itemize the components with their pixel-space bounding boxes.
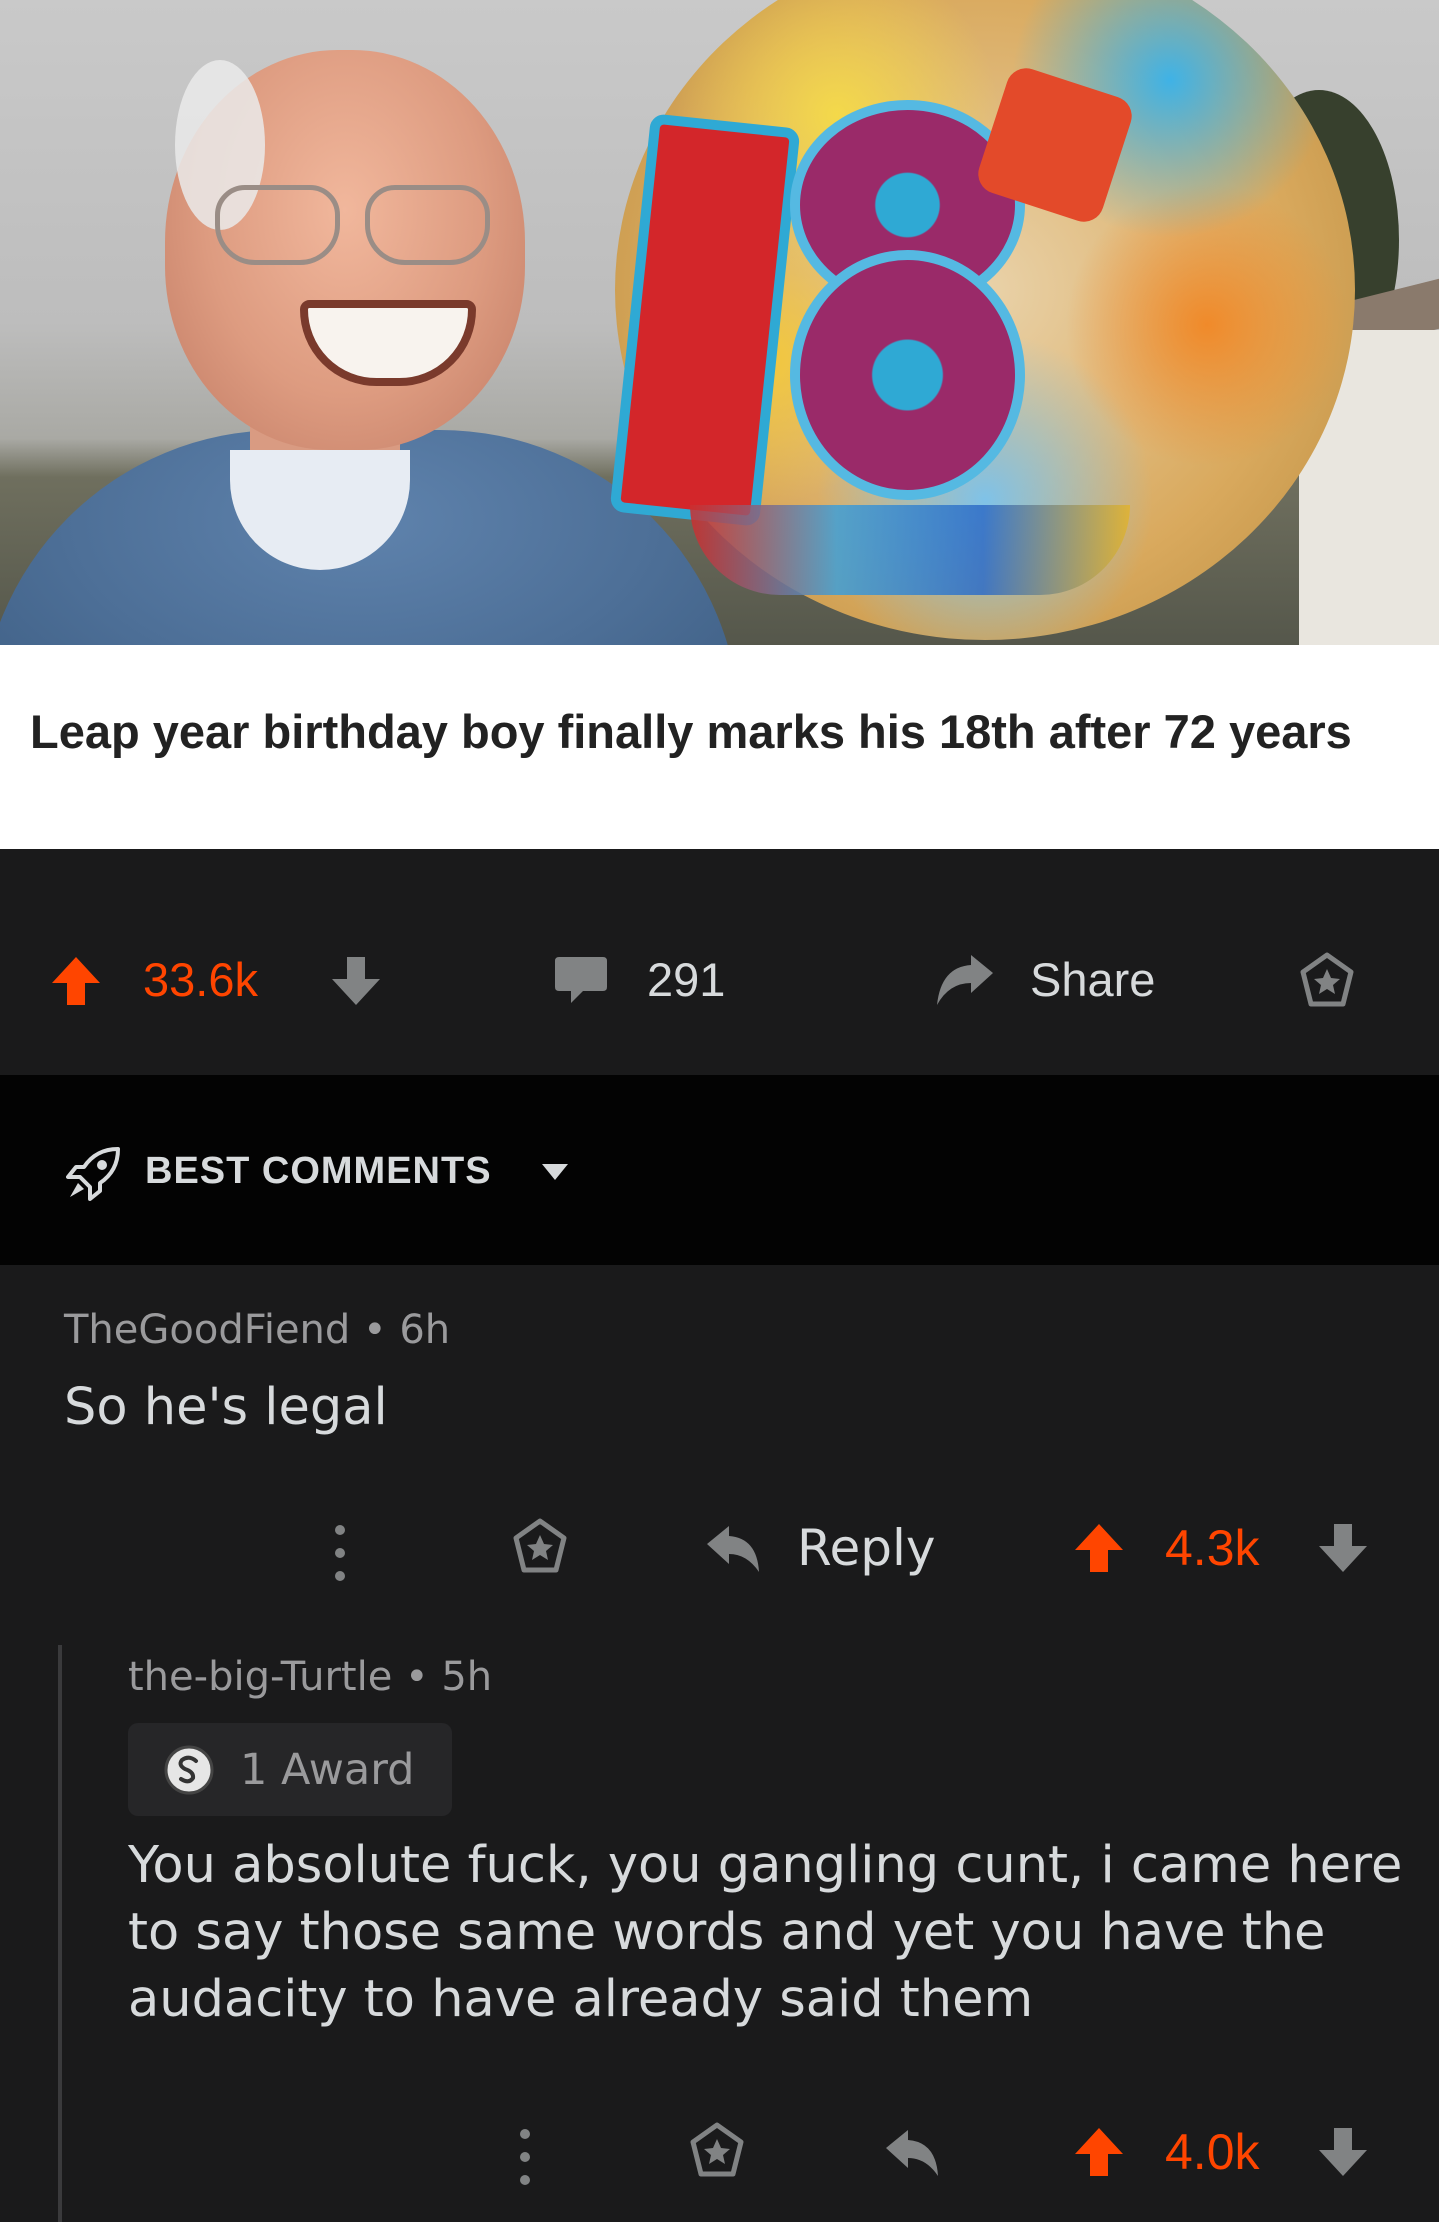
- arrow-down-icon[interactable]: [330, 955, 382, 1007]
- post-image[interactable]: Leap year birthday boy finally marks his…: [0, 0, 1439, 849]
- arrow-down-icon[interactable]: [1317, 1522, 1369, 1574]
- comment-author[interactable]: the-big-Turtle: [128, 1654, 392, 1700]
- share-button[interactable]: Share: [1030, 950, 1155, 1010]
- comment-age: 5h: [441, 1654, 493, 1700]
- reply-button[interactable]: Reply: [797, 1518, 935, 1578]
- award-star-icon[interactable]: [510, 1518, 570, 1578]
- balloon-digit-eight-bottom: [790, 250, 1025, 500]
- comment-author-meta: TheGoodFiend • 6h: [64, 1305, 450, 1355]
- arrow-down-icon[interactable]: [1317, 2126, 1369, 2178]
- award-star-icon[interactable]: [1297, 952, 1357, 1012]
- comment-age: 6h: [399, 1307, 451, 1353]
- comment-body: So he's legal: [64, 1378, 388, 1437]
- comment-score: 4.0k: [1165, 2124, 1260, 2180]
- post-score: 33.6k: [143, 953, 258, 1006]
- arrow-up-icon[interactable]: [1073, 2126, 1125, 2178]
- news-photo: [0, 0, 1439, 645]
- balloon-birthday-band: [690, 505, 1130, 595]
- rocket-icon[interactable]: [66, 1145, 122, 1201]
- share-arrow-icon[interactable]: [935, 955, 995, 1007]
- glasses-left: [215, 185, 340, 265]
- comment-count[interactable]: 291: [647, 950, 725, 1010]
- article-headline: Leap year birthday boy finally marks his…: [30, 705, 1352, 758]
- award-count: 1 Award: [240, 1745, 415, 1795]
- silver-award-icon: [164, 1745, 214, 1795]
- speech-bubble-icon[interactable]: [553, 955, 609, 1005]
- comment-author[interactable]: TheGoodFiend: [64, 1307, 350, 1353]
- comment-score: 4.3k: [1165, 1520, 1260, 1576]
- comment-body: You absolute fuck, you gangling cunt, i …: [128, 1836, 1403, 2029]
- thread-line[interactable]: [58, 1645, 62, 2222]
- meta-separator: •: [405, 1654, 429, 1700]
- glasses-right: [365, 185, 490, 265]
- sort-dropdown[interactable]: BEST COMMENTS: [145, 1146, 492, 1196]
- reply-arrow-icon[interactable]: [705, 1524, 761, 1574]
- arrow-up-icon[interactable]: [50, 955, 102, 1007]
- vertical-dots-icon[interactable]: [330, 1522, 350, 1584]
- chevron-down-icon[interactable]: [540, 1162, 570, 1182]
- meta-separator: •: [363, 1307, 387, 1353]
- vertical-dots-icon[interactable]: [515, 2126, 535, 2188]
- arrow-up-icon[interactable]: [1073, 1522, 1125, 1574]
- comment-author-meta: the-big-Turtle • 5h: [128, 1652, 492, 1702]
- award-star-icon[interactable]: [687, 2122, 747, 2182]
- reply-arrow-icon[interactable]: [884, 2128, 940, 2178]
